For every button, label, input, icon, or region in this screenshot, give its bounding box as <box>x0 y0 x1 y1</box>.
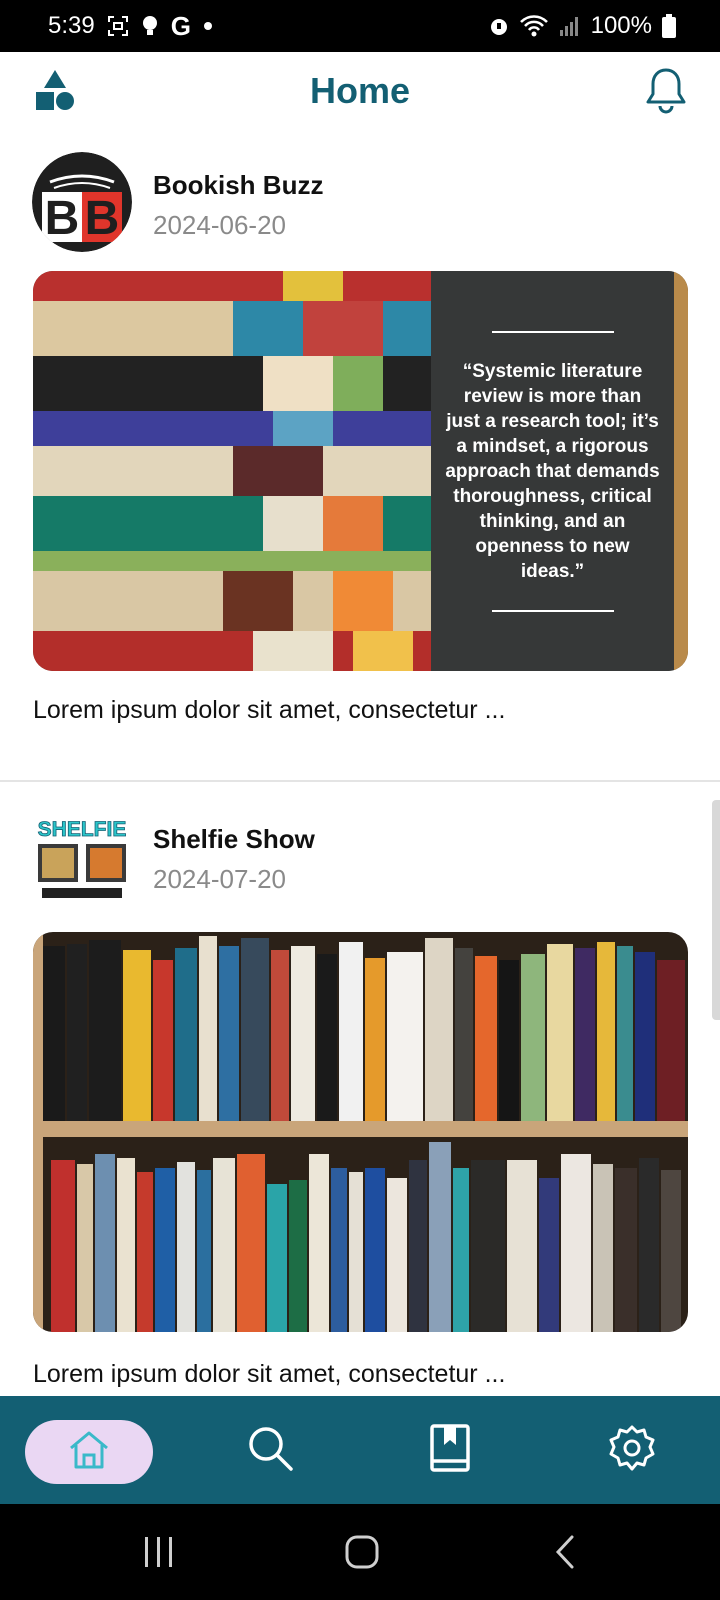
battery-icon <box>662 14 676 38</box>
recents-icon[interactable] <box>142 1534 176 1575</box>
post-divider <box>0 780 720 782</box>
screenshot-icon <box>107 15 129 37</box>
app-bar: Home <box>0 52 720 130</box>
google-icon: G <box>170 10 191 41</box>
alarm-icon <box>489 15 509 37</box>
page-title: Home <box>309 70 411 111</box>
status-bar: 5:39 G 100% <box>0 0 720 52</box>
bulb-icon <box>141 14 159 38</box>
bookmark-book-icon <box>428 1423 472 1478</box>
quote-divider-top <box>491 330 614 333</box>
post-image[interactable] <box>33 932 688 1332</box>
wifi-icon <box>519 14 549 38</box>
system-navigation-bar <box>0 1504 720 1600</box>
avatar[interactable]: B B <box>32 152 132 252</box>
nav-home[interactable] <box>25 1420 153 1484</box>
post-date: 2024-07-20 <box>153 864 286 894</box>
post-date: 2024-06-20 <box>153 210 286 240</box>
shapes-icon[interactable] <box>34 68 76 114</box>
svg-text:SHELFIE: SHELFIE <box>38 818 127 841</box>
avatar[interactable]: SHELFIE <box>32 806 132 906</box>
signal-icon <box>559 15 581 37</box>
svg-text:B: B <box>85 192 120 245</box>
bell-icon[interactable] <box>644 66 688 114</box>
dot-icon <box>203 21 213 31</box>
nav-library[interactable] <box>420 1420 480 1480</box>
post-excerpt[interactable]: Lorem ipsum dolor sit amet, consectetur … <box>33 1360 505 1389</box>
home-icon <box>67 1428 111 1477</box>
scrollbar-thumb[interactable] <box>712 800 720 1020</box>
settings-gear-icon <box>607 1423 657 1478</box>
home-circle-icon[interactable] <box>344 1534 380 1575</box>
post-excerpt[interactable]: Lorem ipsum dolor sit amet, consectetur … <box>33 696 505 725</box>
svg-text:B: B <box>45 192 80 245</box>
search-icon <box>245 1423 295 1478</box>
quote-text: “Systemic literature review is more than… <box>445 360 660 582</box>
quote-divider-bottom <box>491 609 614 612</box>
bottom-navigation <box>0 1396 720 1504</box>
post-author[interactable]: Shelfie Show <box>153 824 315 855</box>
quote-panel: “Systemic literature review is more than… <box>431 271 674 671</box>
nav-search[interactable] <box>240 1420 300 1480</box>
nav-settings[interactable] <box>602 1420 662 1480</box>
battery-text: 100% <box>590 12 652 39</box>
back-icon[interactable] <box>552 1534 578 1575</box>
status-time: 5:39 <box>48 12 95 39</box>
post-author[interactable]: Bookish Buzz <box>153 170 323 201</box>
post-image[interactable]: “Systemic literature review is more than… <box>33 271 688 671</box>
